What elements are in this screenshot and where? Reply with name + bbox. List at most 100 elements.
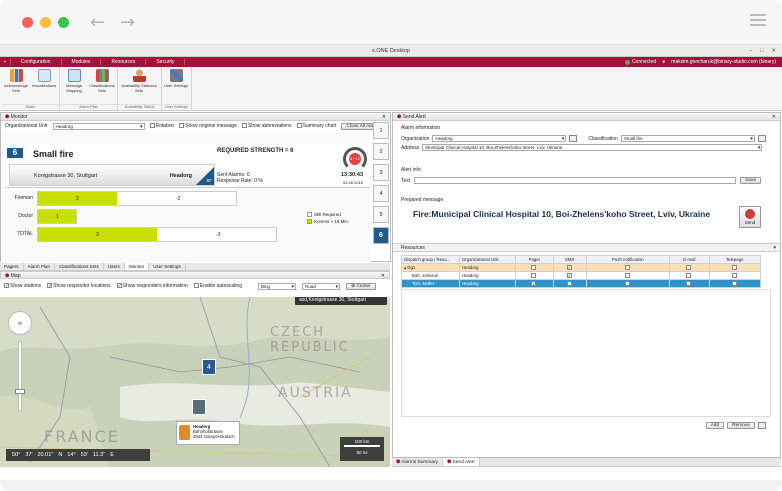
menu-security[interactable]: Security <box>146 59 186 65</box>
remove-button[interactable]: Remove <box>727 422 755 429</box>
email-cell[interactable] <box>669 279 710 288</box>
telepage-checkbox[interactable] <box>731 273 737 279</box>
message-mapping-button[interactable]: Message Mapping <box>60 67 88 104</box>
back-arrow-icon[interactable]: ← <box>90 12 105 33</box>
acknowledge-sets-button[interactable]: Acknowledge Sets <box>2 67 30 104</box>
minimize-window-icon[interactable] <box>40 17 51 28</box>
column-header[interactable]: Push notification <box>585 255 671 264</box>
zoom-handle[interactable] <box>15 389 25 394</box>
organization-lookup-icon[interactable] <box>569 135 578 142</box>
menu-modules[interactable]: Modules <box>62 59 102 65</box>
show-responders-info-checkbox[interactable] <box>116 283 122 289</box>
push-checkbox[interactable] <box>624 273 630 279</box>
telepage-checkbox[interactable] <box>731 265 737 271</box>
zoom-slider[interactable] <box>18 341 22 411</box>
menu-configuration[interactable]: Configuration <box>11 59 62 65</box>
save-button[interactable]: Save <box>740 177 762 184</box>
column-header[interactable]: Organizational Unit <box>459 255 516 264</box>
address-select[interactable]: Municipal Clinical Hospital 10, Boi-Zhel… <box>422 144 763 151</box>
maximize-icon[interactable]: □ <box>760 45 763 57</box>
alarm-slot-2[interactable]: 2 <box>373 143 389 160</box>
forward-arrow-icon[interactable]: → <box>120 12 135 33</box>
station-marker-icon[interactable] <box>192 399 206 415</box>
summary-chart-checkbox[interactable] <box>296 123 302 129</box>
telepage-cell[interactable] <box>708 271 762 280</box>
show-responder-locations-option[interactable]: Show responder locations <box>47 283 111 289</box>
table-row-selected[interactable]: Tom, Moller Headorg <box>401 279 762 288</box>
pager-checkbox[interactable] <box>531 281 537 287</box>
center-button[interactable]: ⊕ Center <box>346 282 376 290</box>
sms-cell[interactable] <box>552 271 587 280</box>
tab-alarms-summary[interactable]: ⬟ Alarms Summary <box>392 458 444 466</box>
column-header[interactable]: Pager <box>515 255 554 264</box>
abbreviations-checkbox[interactable] <box>241 123 247 129</box>
show-responders-info-option[interactable]: Show responders information <box>116 283 188 289</box>
email-checkbox[interactable] <box>686 265 692 271</box>
email-checkbox[interactable] <box>686 281 692 287</box>
close-icon[interactable]: ✕ <box>381 272 385 280</box>
push-checkbox[interactable] <box>624 281 630 287</box>
column-header[interactable]: Telepage <box>708 255 762 264</box>
station-popup[interactable]: Headorg Bahnhofstrasse 3943 Gampel-Brats… <box>176 421 240 445</box>
table-row[interactable]: ▴ Dg1 Headorg <box>401 263 762 272</box>
telepage-cell[interactable] <box>708 279 762 288</box>
show-responder-locations-checkbox[interactable] <box>47 283 53 289</box>
alarm-slot-1[interactable]: 1 <box>373 122 389 139</box>
availability-statuses-button[interactable]: Availability Statuses Sets <box>118 67 160 104</box>
alarm-slot-6[interactable]: 6 <box>373 227 389 244</box>
app-menu-icon[interactable]: ▪ <box>0 59 11 65</box>
sms-cell[interactable] <box>552 263 587 272</box>
tab-users[interactable]: Users <box>104 263 125 270</box>
collapse-icon[interactable]: ▾ <box>773 244 776 252</box>
push-checkbox[interactable] <box>624 265 630 271</box>
classification-select[interactable]: Small fire <box>620 135 755 142</box>
tab-alarm-plan[interactable]: Alarm Plan <box>24 263 56 270</box>
show-stations-checkbox[interactable] <box>4 283 9 289</box>
close-icon[interactable]: ✕ <box>382 113 386 121</box>
user-settings-button[interactable]: User Settings <box>162 67 190 104</box>
hamburger-menu-icon[interactable] <box>750 14 766 26</box>
tab-send-alert[interactable]: ⬟ Send Alert <box>443 458 480 466</box>
tab-user-settings[interactable]: User Settings <box>149 263 186 270</box>
minimize-icon[interactable]: – <box>749 45 752 57</box>
sms-checkbox[interactable] <box>566 281 572 287</box>
rotation-option[interactable]: Rotation <box>149 123 174 129</box>
map-canvas[interactable]: CZECH REPUBLIC AUSTRIA FRANCE asd,Konigs… <box>0 297 390 467</box>
telepage-cell[interactable] <box>708 263 762 272</box>
table-row[interactable]: Bob, Johnson Headorg <box>401 271 762 280</box>
alarm-slot-4[interactable]: 4 <box>373 185 389 202</box>
email-cell[interactable] <box>669 271 710 280</box>
map-provider-select[interactable]: Bing <box>258 282 296 290</box>
sms-checkbox[interactable] <box>566 273 572 279</box>
tab-classifications-sets[interactable]: Classifications Sets <box>55 263 104 270</box>
push-cell[interactable] <box>585 263 671 272</box>
menu-resources[interactable]: Resources <box>101 59 147 65</box>
pager-cell[interactable] <box>515 279 554 288</box>
classification-lookup-icon[interactable] <box>757 135 766 142</box>
enable-autoscaling-checkbox[interactable] <box>193 283 199 289</box>
alarm-slot-5[interactable]: 5 <box>373 206 389 223</box>
alert-text-input[interactable] <box>414 177 737 184</box>
email-checkbox[interactable] <box>686 273 692 279</box>
tab-pagers[interactable]: Pagers <box>0 263 24 270</box>
telepage-checkbox[interactable] <box>731 281 737 287</box>
pager-checkbox[interactable] <box>531 273 537 279</box>
original-message-option[interactable]: Show original message <box>179 123 237 129</box>
close-icon[interactable]: ✕ <box>771 45 776 57</box>
original-message-checkbox[interactable] <box>179 123 185 129</box>
close-window-icon[interactable] <box>22 17 33 28</box>
add-button[interactable]: Add <box>705 422 725 429</box>
pager-cell[interactable] <box>515 263 554 272</box>
send-button[interactable]: Send <box>739 206 761 228</box>
show-stations-option[interactable]: Show stations <box>4 283 41 289</box>
pan-control[interactable]: ✣ <box>8 311 32 335</box>
column-header[interactable]: SMS <box>552 255 587 264</box>
column-header[interactable]: E-mail <box>669 255 710 264</box>
enable-autoscaling-option[interactable]: Enable autoscaling <box>193 283 242 289</box>
pager-checkbox[interactable] <box>531 265 537 271</box>
summary-chart-option[interactable]: Summary chart <box>296 123 336 129</box>
responder-cluster-marker[interactable]: 4 <box>202 359 216 375</box>
close-icon[interactable]: ✕ <box>772 113 776 121</box>
email-cell[interactable] <box>669 263 710 272</box>
sms-checkbox[interactable] <box>566 265 572 271</box>
